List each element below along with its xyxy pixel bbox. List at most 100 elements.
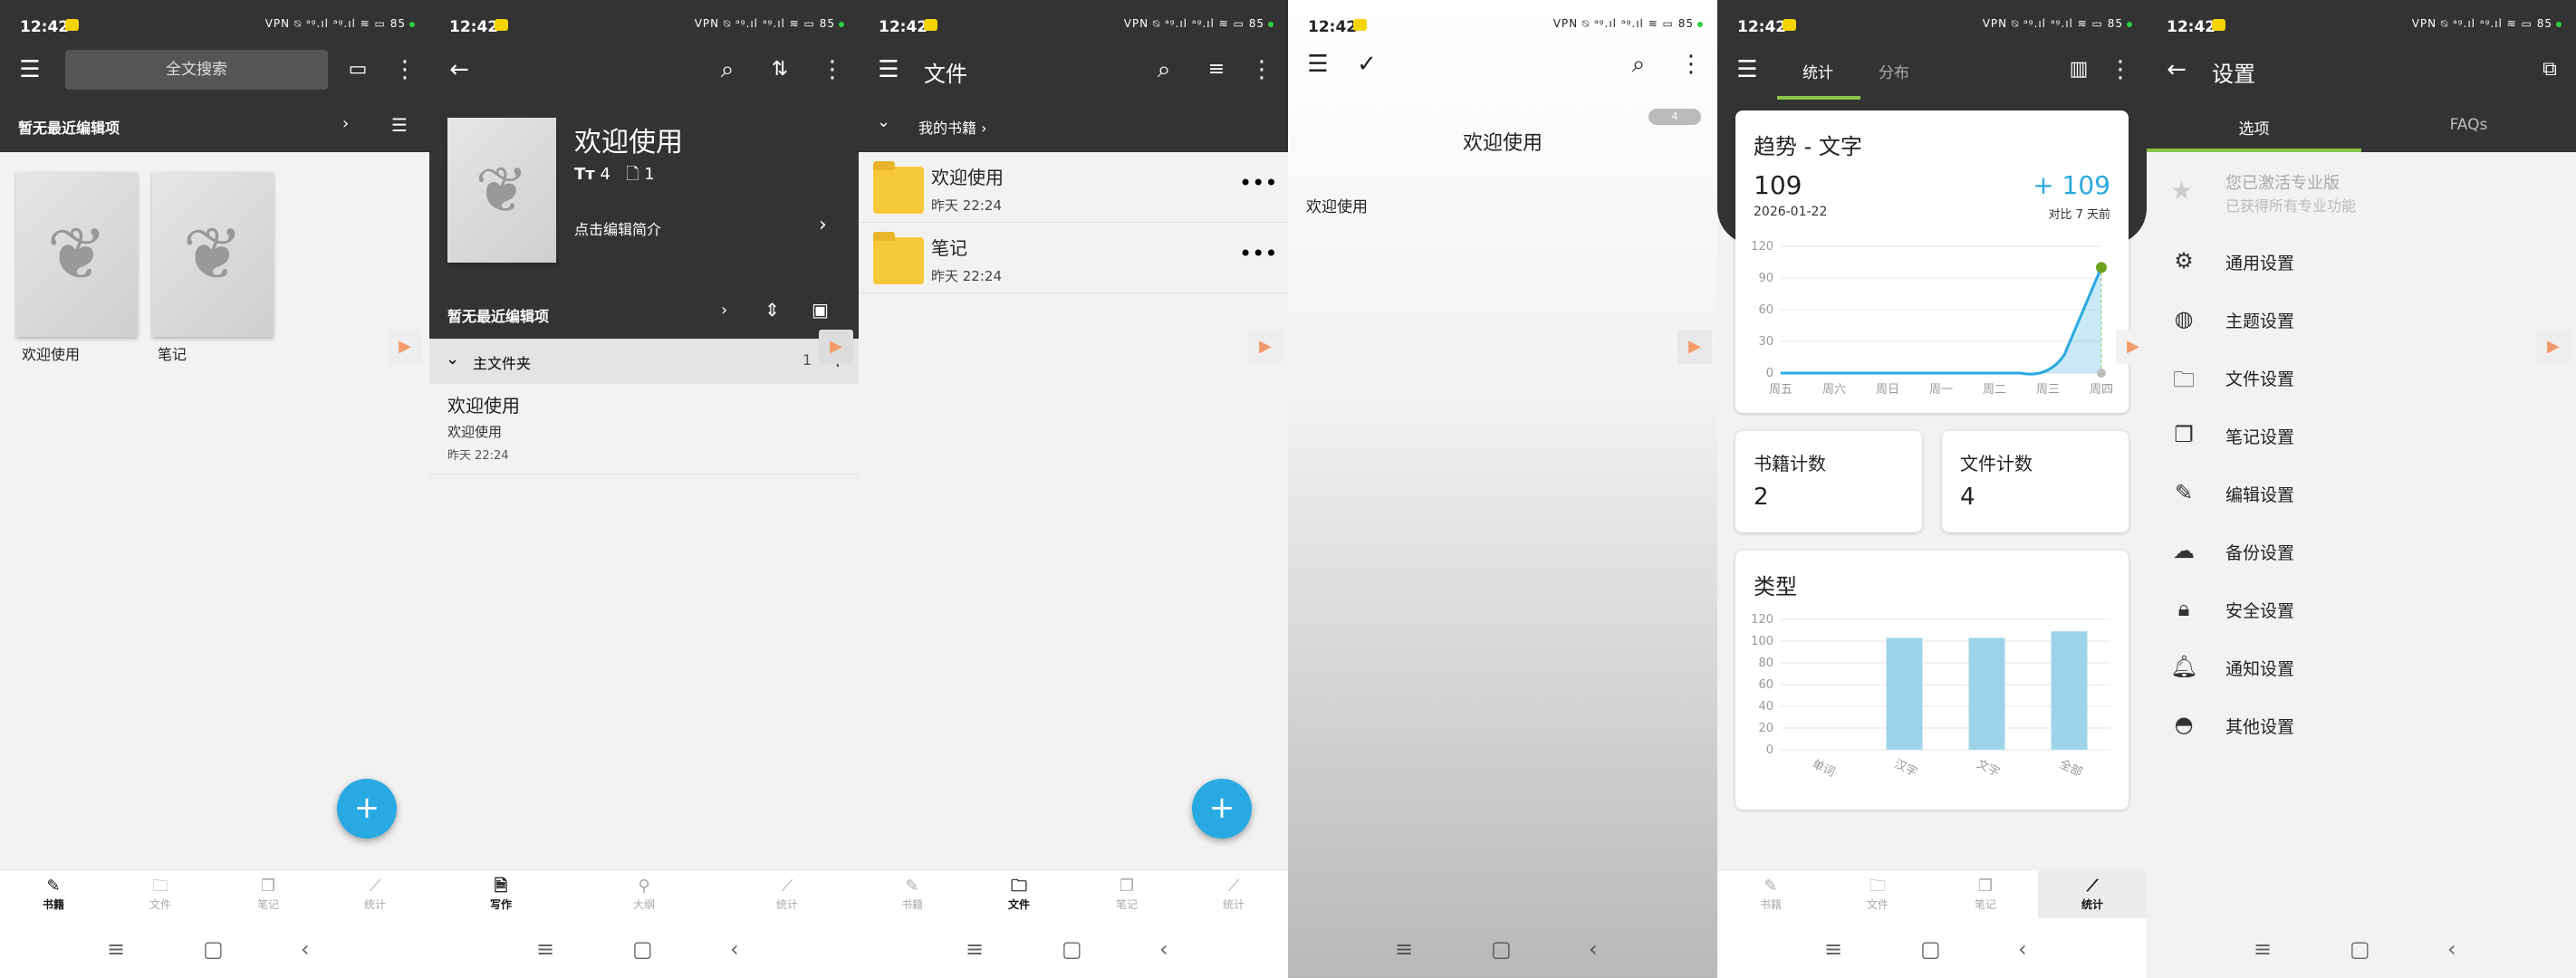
book-cover[interactable]: ❦ [447,118,556,263]
recent-apps-icon[interactable]: ≡ [2254,936,2272,962]
menu-icon[interactable]: ☰ [873,56,904,83]
nav-notes[interactable]: ❐ 笔记 [1091,877,1163,912]
file-row[interactable]: 欢迎使用 昨天 22:24 ••• [859,152,1288,223]
floating-play-icon[interactable]: ▶ [819,330,853,364]
back-icon[interactable]: ‹ [1159,936,1168,962]
recent-apps-icon[interactable]: ≡ [1395,936,1413,962]
nav-books[interactable]: ✎ 书籍 [1735,877,1807,912]
nav-stats[interactable]: ⟋ 统计 [751,877,823,912]
file-row[interactable]: 笔记 昨天 22:24 ••• [859,223,1288,293]
floating-play-icon[interactable]: ▶ [2116,330,2147,364]
back-icon[interactable]: ‹ [1589,936,1598,962]
document-heading[interactable]: 欢迎使用 [1288,127,1717,156]
view-mode-icon[interactable]: ▣ [812,299,829,321]
tablet-layout-icon[interactable]: ▭ [342,56,373,83]
settings-general[interactable]: ⚙ 通用设置 [2147,232,2576,290]
menu-icon[interactable]: ☰ [1302,51,1333,78]
floating-play-icon[interactable]: ▶ [2536,330,2571,364]
files-count-card[interactable]: 文件计数 4 [1942,431,2129,532]
tab-faqs[interactable]: FAQs [2361,116,2576,134]
check-icon[interactable]: ✓ [1351,51,1382,78]
back-arrow-icon[interactable]: ← [2161,56,2192,83]
menu-icon[interactable]: ☰ [14,56,45,83]
nav-files[interactable]: 🗀 文件 [1841,877,1914,912]
more-icon[interactable]: ⋮ [389,56,420,83]
settings-security[interactable]: 🔒︎ 安全设置 [2147,580,2576,638]
nav-outline[interactable]: ⚲ 大纲 [608,877,680,912]
settings-editor[interactable]: ✎ 编辑设置 [2147,464,2576,522]
back-icon[interactable]: ‹ [2018,936,2027,962]
recent-apps-icon[interactable]: ≡ [1824,936,1842,962]
recent-apps-icon[interactable]: ≡ [536,936,554,962]
menu-icon[interactable]: ☰ [1732,56,1763,83]
home-icon[interactable]: ▢ [2350,936,2370,962]
recent-edited-label[interactable]: 暂无最近编辑项 [18,116,120,138]
more-icon[interactable]: ⋮ [2105,56,2136,83]
nav-stats[interactable]: ⟋ 统计 [1197,877,1270,912]
nav-books[interactable]: ✎ 书籍 [876,877,948,912]
bar-chart-icon[interactable]: ▥ [2063,56,2094,83]
add-file-button[interactable]: + [1192,779,1252,839]
chevron-right-icon[interactable]: › [342,114,349,133]
settings-theme[interactable]: ◍ 主题设置 [2147,290,2576,348]
sort-icon[interactable]: ⇅ [764,56,795,83]
nav-stats[interactable]: ⟋ 统计 [2038,871,2147,918]
fulltext-search-box[interactable]: 全文搜索 [65,50,328,90]
nav-files[interactable]: 🗀 文件 [983,877,1055,912]
home-icon[interactable]: ▢ [1062,936,1082,962]
settings-files[interactable]: 🗀 文件设置 [2147,348,2576,406]
list-view-icon[interactable]: ☰ [391,114,408,136]
floating-play-icon[interactable]: ▶ [1248,330,1283,364]
tab-options[interactable]: 选项 [2147,116,2361,139]
more-icon[interactable]: ⋮ [1246,56,1277,83]
nav-notes[interactable]: ❐ 笔记 [1949,877,2022,912]
nav-files[interactable]: 🗀 文件 [124,877,197,912]
home-icon[interactable]: ▢ [632,936,653,962]
chevron-right-icon[interactable]: › [819,214,827,236]
collapse-icon[interactable]: ⇕ [764,299,780,321]
edit-intro-link[interactable]: 点击编辑简介 [574,217,661,239]
back-arrow-icon[interactable]: ← [444,56,475,83]
book-cover-welcome[interactable]: ❦ [16,172,138,337]
back-icon[interactable]: ‹ [2447,936,2456,962]
more-horizontal-icon[interactable]: ••• [1239,170,1277,196]
settings-notes[interactable]: ❐ 笔记设置 [2147,406,2576,464]
tab-stats[interactable]: 统计 [1802,60,1833,82]
home-icon[interactable]: ▢ [1920,936,1941,962]
document-body[interactable]: 欢迎使用 [1306,194,1368,216]
recent-apps-icon[interactable]: ≡ [966,936,984,962]
more-icon[interactable]: ⋮ [1676,51,1706,78]
home-icon[interactable]: ▢ [1491,936,1512,962]
back-icon[interactable]: ‹ [730,936,739,962]
books-count-card[interactable]: 书籍计数 2 [1735,431,1922,532]
search-icon[interactable]: ⌕ [712,56,743,83]
status-bar: 12:42 VPN ⍉ ᵃᵍ.ıl ᵃᵍ.ıl ≋ ▭ 85 [859,0,1288,53]
floating-play-icon[interactable]: ▶ [388,330,422,364]
more-icon[interactable]: ⋮ [817,56,848,83]
tab-distribution[interactable]: 分布 [1879,60,1909,82]
recent-edited-label[interactable]: 暂无最近编辑项 [447,304,549,326]
settings-notification[interactable]: 🔔︎ 通知设置 [2147,638,2576,695]
recent-apps-icon[interactable]: ≡ [107,936,125,962]
sort-icon[interactable]: ≡ [1201,56,1232,83]
chevron-right-icon[interactable]: › [721,301,727,320]
back-icon[interactable]: ‹ [301,936,310,962]
home-icon[interactable]: ▢ [203,936,224,962]
nav-stats[interactable]: ⟋ 统计 [339,877,411,912]
nav-write[interactable]: 🗎 写作 [465,877,537,912]
folder-header-row[interactable]: ⌄ 主文件夹 1 + [429,339,859,384]
settings-backup[interactable]: ☁ 备份设置 [2147,522,2576,580]
breadcrumb[interactable]: 我的书籍 › [918,116,987,138]
nav-books[interactable]: ✎ 书籍 [17,877,90,912]
search-icon[interactable]: ⌕ [1149,56,1179,83]
entry-item[interactable]: 欢迎使用 欢迎使用 昨天 22:24 [429,384,859,475]
feedback-icon[interactable]: ⧉ [2534,56,2565,83]
chevron-down-icon[interactable]: ⌄ [877,112,890,131]
more-horizontal-icon[interactable]: ••• [1239,241,1277,266]
search-icon[interactable]: ⌕ [1623,51,1654,78]
book-cover-notes[interactable]: ❦ [152,172,274,337]
settings-other[interactable]: ◓ 其他设置 [2147,695,2576,753]
nav-notes[interactable]: ❐ 笔记 [232,877,304,912]
add-book-button[interactable]: + [337,779,397,839]
floating-play-icon[interactable]: ▶ [1677,330,1712,364]
